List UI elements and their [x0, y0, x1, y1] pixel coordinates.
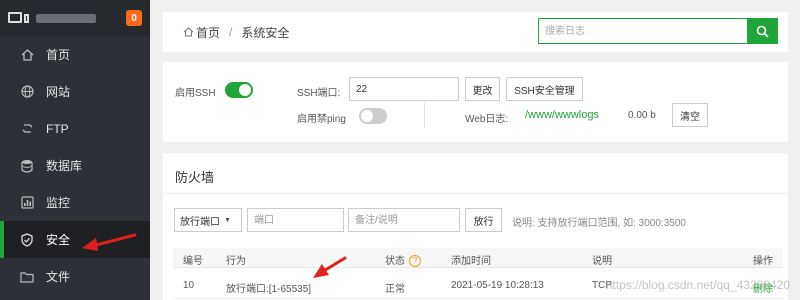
server-icon: [8, 10, 30, 26]
server-name-redacted: [36, 13, 96, 23]
sidebar-item-label: 监控: [46, 196, 71, 210]
ssh-port-label: SSH端口:: [297, 88, 341, 99]
ssh-port-change-button[interactable]: 更改: [465, 77, 500, 101]
column-header-status: 状态?: [385, 252, 421, 268]
firewall-port-input[interactable]: [247, 208, 344, 232]
weblog-size: 0.00 b: [628, 110, 656, 121]
page-header: 首页 / 系统安全: [163, 12, 788, 52]
weblog-label: Web日志:: [465, 114, 509, 125]
breadcrumb-home[interactable]: 首页: [196, 24, 220, 41]
row-id: 10: [183, 280, 195, 291]
breadcrumb-current: 系统安全: [241, 25, 290, 40]
firewall-allow-button[interactable]: 放行: [465, 208, 502, 232]
ssh-port-input[interactable]: [349, 77, 459, 101]
weblog-path-link[interactable]: /www/wwwlogs: [525, 109, 599, 121]
column-header-note: 说明: [592, 256, 612, 267]
select-value: 放行端口: [180, 216, 220, 228]
home-icon: [20, 48, 34, 62]
sidebar-item-monitor[interactable]: 监控: [0, 184, 150, 221]
ssh-settings-panel: 启用SSH SSH端口: 更改 SSH安全管理 启用禁ping Web日志: /…: [163, 62, 788, 142]
sidebar: 0 首页 网站 FTP 数据库 监控 安全 文件: [0, 0, 150, 300]
firewall-title: 防火墙: [175, 170, 215, 185]
help-icon[interactable]: ?: [409, 255, 421, 268]
watermark: https://blog.csdn.net/qq_43238420: [605, 278, 790, 292]
sidebar-item-home[interactable]: 首页: [0, 36, 150, 73]
sidebar-item-label: 网站: [46, 85, 71, 99]
search-input[interactable]: [539, 19, 747, 43]
row-status: 正常: [385, 284, 405, 295]
row-time: 2021-05-19 10:28:13: [451, 280, 544, 291]
sidebar-item-sites[interactable]: 网站: [0, 73, 150, 110]
folder-icon: [20, 270, 34, 284]
sidebar-item-database[interactable]: 数据库: [0, 147, 150, 184]
sidebar-item-files[interactable]: 文件: [0, 258, 150, 295]
column-header-action: 行为: [226, 256, 246, 267]
sidebar-item-label: 首页: [46, 48, 71, 62]
column-header-operation: 操作: [753, 256, 773, 267]
sidebar-item-ftp[interactable]: FTP: [0, 110, 150, 147]
ping-block-label: 启用禁ping: [297, 114, 346, 125]
divider: [424, 102, 425, 128]
weblog-clear-button[interactable]: 清空: [672, 103, 708, 127]
ssh-manage-button[interactable]: SSH安全管理: [506, 77, 583, 101]
row-action: 放行端口:[1-65535]: [226, 284, 312, 295]
search-box: [538, 18, 778, 44]
breadcrumb-separator: /: [229, 25, 233, 39]
ssh-enable-label: 启用SSH: [175, 88, 216, 99]
monitor-icon: [20, 196, 34, 210]
firewall-table-header: 编号 行为 状态? 添加时间 说明 操作: [173, 248, 783, 268]
shield-icon: [20, 232, 34, 247]
firewall-action-select[interactable]: 放行端口 ▼: [174, 208, 242, 232]
sidebar-item-security[interactable]: 安全: [0, 221, 150, 258]
divider: [163, 193, 788, 194]
firewall-note-input[interactable]: [348, 208, 460, 232]
database-icon: [20, 159, 34, 173]
caret-down-icon: ▼: [224, 216, 231, 224]
search-icon: [756, 25, 769, 38]
sidebar-item-label: FTP: [46, 121, 69, 136]
sidebar-header: 0: [0, 0, 150, 36]
search-button[interactable]: [747, 19, 777, 43]
sidebar-item-label: 数据库: [46, 159, 83, 173]
sidebar-item-label: 安全: [46, 233, 71, 247]
column-header-id: 编号: [183, 256, 203, 267]
ftp-icon: [20, 122, 34, 136]
sidebar-item-label: 文件: [46, 270, 71, 284]
column-header-time: 添加时间: [451, 256, 491, 267]
ping-block-toggle[interactable]: [359, 108, 387, 124]
notification-badge[interactable]: 0: [126, 10, 142, 26]
home-icon: [183, 27, 194, 37]
firewall-hint: 说明: 支持放行端口范围, 如: 3000:3500: [512, 218, 686, 229]
ssh-toggle[interactable]: [225, 82, 253, 98]
globe-icon: [20, 85, 34, 99]
